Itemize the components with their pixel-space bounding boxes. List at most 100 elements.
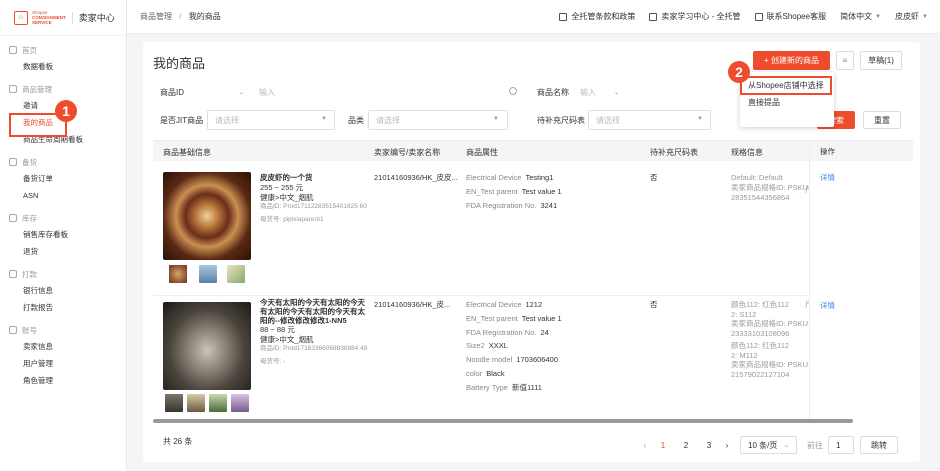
page-1-button[interactable]: 1 [654, 441, 672, 450]
chevron-down-icon: ⌄ [783, 442, 789, 449]
spec-line: 23333103108096 [731, 328, 790, 338]
nav-group: 库存 销售库存看板 退货 [0, 204, 126, 260]
sidebar-item[interactable]: 银行信息 [0, 282, 126, 299]
policy-link-label: 全托管条款和政策 [571, 12, 636, 21]
search-icon[interactable] [509, 87, 517, 95]
support-link[interactable]: 联系Shopee客服 [754, 11, 826, 22]
language-selector[interactable]: 简体中文 ▼ [840, 11, 881, 22]
logo-text: Shopee CONSIGNMENT SERVICE [32, 10, 66, 25]
create-product-button[interactable]: + 创建新的商品 [753, 51, 830, 70]
detail-link[interactable]: 详情 [820, 301, 835, 311]
attribute-value: 1703606400 [516, 355, 558, 365]
product-id-label: 商品ID [160, 87, 184, 97]
variant-thumbnail[interactable] [165, 394, 183, 412]
sidebar-item[interactable]: 销售库存看板 [0, 226, 126, 243]
product-name[interactable]: 今天有太阳的今天有太阳的今天有太阳的今天有太阳的今天有太阳的--修改修改修改1-… [260, 298, 368, 325]
reset-button[interactable]: 重置 [863, 111, 901, 129]
nav-group-header[interactable]: 商品管理 [0, 81, 126, 97]
nav-group-header[interactable]: 备货 [0, 154, 126, 170]
variant-thumbnail[interactable] [209, 394, 227, 412]
next-page-button[interactable]: › [718, 441, 736, 450]
policy-link[interactable]: 全托管条款和政策 [559, 11, 635, 22]
goto-page-input[interactable]: 1 [828, 436, 854, 454]
detail-link[interactable]: 详情 [820, 173, 835, 183]
nav-group-label: 商品管理 [22, 84, 52, 94]
attribute-key: color [466, 368, 483, 378]
product-info: 今天有太阳的今天有太阳的今天有太阳的今天有太阳的今天有太阳的--修改修改修改1-… [260, 298, 368, 367]
attribute-line: Battery Type 新值1111 [466, 381, 646, 395]
nav-group-header[interactable]: 账号 [0, 322, 126, 338]
sidebar-item[interactable]: 卖家信息 [0, 338, 126, 355]
sidebar-item[interactable]: 打款报告 [0, 299, 126, 316]
attribute-line: Electrical Device Testing1 [466, 171, 646, 185]
nav-group-header[interactable]: 首页 [0, 42, 126, 58]
variant-thumbnail[interactable] [227, 265, 245, 283]
attribute-line: FDA Registration No. 3241 [466, 199, 646, 213]
attribute-key: EN_Test parent [466, 313, 518, 323]
spec-info: 颜色112: 红色112 2: S112 卖家商品规格ID: PSKU1 233331… [731, 300, 817, 379]
nav-group-label: 首页 [22, 45, 37, 55]
goto-label: 前往 [807, 440, 823, 450]
variant-thumbnail[interactable] [169, 265, 187, 283]
sidebar-item[interactable]: 退货 [0, 243, 126, 260]
attribute-key: FDA Registration No. [466, 327, 537, 337]
col-basic-info: 商品基础信息 [163, 148, 211, 157]
col-size-chart: 待补充尺码表 [650, 148, 698, 157]
product-table: 商品基础信息 卖家编号/卖家名称 商品属性 待补充尺码表 规格信息 操作 皮皮虾… [153, 140, 913, 422]
product-image[interactable] [163, 172, 251, 260]
breadcrumb-parent[interactable]: 商品管理 [140, 12, 172, 21]
nav-group: 首页数据看板 [0, 36, 126, 75]
product-id-input[interactable]: 输入 [252, 82, 522, 102]
page-size-select[interactable]: 10 条/页 ⌄ [740, 436, 797, 454]
goto-button[interactable]: 跳转 [860, 436, 898, 454]
sidebar-item[interactable]: ASN [0, 187, 126, 204]
pagination: ‹ 1 2 3 › 10 条/页 ⌄ 前往 1 跳转 [636, 436, 898, 454]
breadcrumb-separator: / [179, 12, 182, 21]
nav-group-header[interactable]: 库存 [0, 210, 126, 226]
sidebar-nav: 首页 数据看板 商品管理 邀请 我的商品 商品生命周期看板 备货 备货订单 ASN 库存 销售库存看… [0, 36, 126, 389]
sidebar-item[interactable]: 用户管理 [0, 355, 126, 372]
more-menu-button[interactable]: ≡ [836, 51, 854, 70]
user-menu[interactable]: 皮皮虾 ▼ [895, 11, 928, 22]
page-3-button[interactable]: 3 [700, 441, 718, 450]
product-id-select[interactable]: 商品ID ⌄ [160, 82, 248, 102]
attribute-value: Testing1 [525, 173, 554, 182]
chat-icon [754, 12, 763, 21]
product-name[interactable]: 皮皮虾的一个货 [260, 173, 368, 183]
direct-submit-option[interactable]: 直接提品 [740, 94, 834, 111]
attribute-key: Electrical Device [466, 173, 522, 182]
product-name-input[interactable]: 输入 [573, 82, 900, 102]
spec-line: 2: M112 [731, 350, 758, 360]
jit-select[interactable]: 请选择 [207, 110, 335, 130]
product-image[interactable] [163, 302, 251, 390]
shopee-logo-icon: ⌂ [14, 10, 28, 25]
spec-line: 21579022127104 [731, 369, 790, 379]
variant-thumbnail[interactable] [199, 265, 217, 283]
size-chart-select[interactable]: 请选择 [588, 110, 711, 130]
sidebar-item[interactable]: 角色管理 [0, 372, 126, 389]
col-spec: 规格信息 [731, 148, 763, 157]
user-name: 皮皮虾 [895, 12, 920, 21]
size-chart-status: 否 [650, 300, 658, 309]
sidebar-item[interactable]: 数据看板 [0, 58, 126, 75]
nav-group-label: 备货 [22, 157, 37, 167]
nav-group: 备货备货订单 ASN [0, 148, 126, 204]
learning-center-link[interactable]: 卖家学习中心 - 全托管 [649, 11, 741, 22]
product-attributes: Electrical Device 1212 EN_Test parent Test … [466, 298, 646, 395]
nav-group-header[interactable]: 打款 [0, 266, 126, 282]
variant-thumbnail[interactable] [231, 394, 249, 412]
page-2-button[interactable]: 2 [677, 441, 695, 450]
highlight-select-from-shop [740, 76, 832, 95]
prev-page-button[interactable]: ‹ [636, 441, 654, 450]
category-select[interactable]: 请选择 [368, 110, 508, 130]
attribute-value: XXXL [488, 341, 508, 351]
attribute-line: EN_Test parent Test value 1 [466, 312, 646, 326]
document-icon [559, 12, 568, 21]
variant-thumbnail[interactable] [187, 394, 205, 412]
size-chart-status: 否 [650, 173, 658, 182]
product-category: 健康>中文_烟肌 [260, 335, 314, 344]
horizontal-scrollbar[interactable] [153, 419, 853, 423]
user-icon [9, 326, 17, 334]
drafts-button[interactable]: 草稿(1) [860, 51, 902, 70]
sidebar-item[interactable]: 备货订单 [0, 170, 126, 187]
